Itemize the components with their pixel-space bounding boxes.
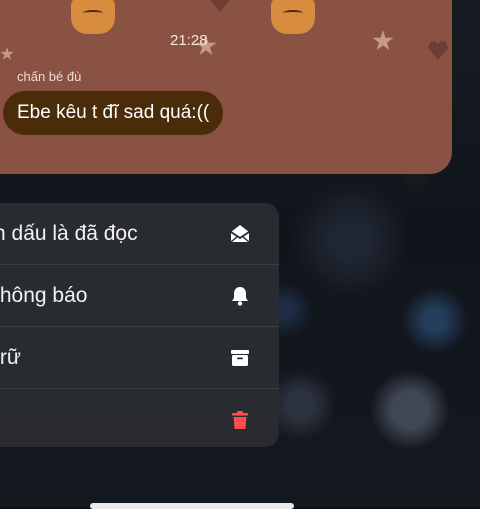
bell-icon (228, 284, 252, 308)
message-bubble: Ebe kêu t đĩ sad quá:(( (3, 91, 224, 135)
message-timestamp: 21:28 (170, 32, 208, 49)
home-indicator[interactable] (90, 503, 294, 509)
archive-icon (228, 346, 252, 370)
trash-icon (228, 408, 252, 432)
menu-item-notifications[interactable]: thông báo (0, 265, 279, 327)
menu-item-archive[interactable]: trữ (0, 327, 279, 389)
sender-name: chấn bé đù (17, 69, 82, 84)
menu-item-label: trữ (0, 346, 21, 369)
star-decoration (0, 47, 14, 60)
envelope-open-icon (228, 222, 252, 246)
heart-decoration (428, 41, 448, 60)
context-menu: h dấu là đã đọc thông báo trữ (0, 203, 279, 447)
menu-item-label: h dấu là đã đọc (0, 222, 138, 245)
menu-item-label: thông báo (0, 284, 88, 307)
acorn-sticker-right (263, 0, 323, 40)
acorn-sticker-left (63, 0, 123, 40)
heart-decoration (210, 0, 230, 12)
chat-preview-card[interactable]: 21:28 chấn bé đù Ebe kêu t đĩ sad quá:(( (0, 0, 452, 174)
menu-item-mark-read[interactable]: h dấu là đã đọc (0, 203, 279, 265)
menu-item-delete[interactable] (0, 389, 279, 447)
star-decoration (372, 30, 394, 51)
